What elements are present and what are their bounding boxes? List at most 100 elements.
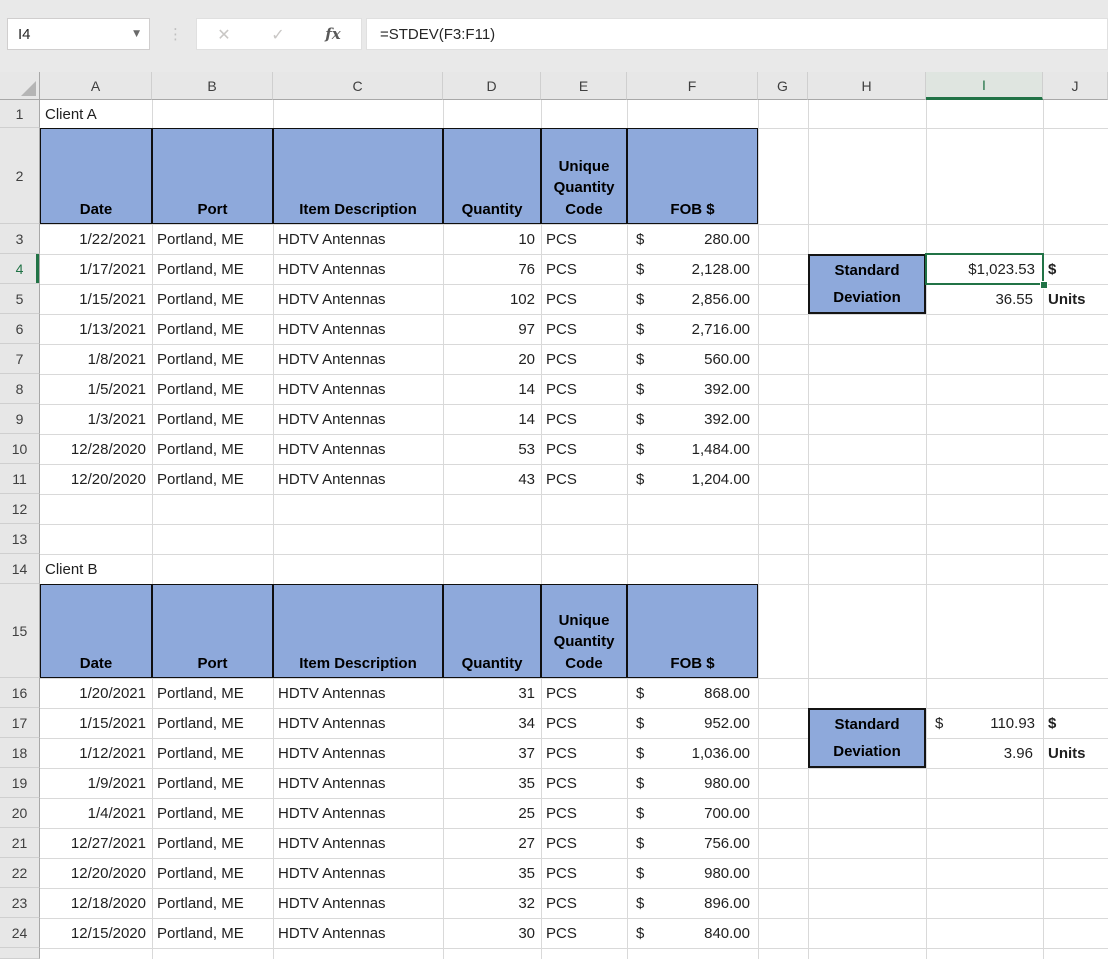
cell-E9-code[interactable]: PCS bbox=[541, 404, 627, 434]
cell-C11-item[interactable]: HDTV Antennas bbox=[273, 464, 443, 494]
cell-F20-fob[interactable]: $700.00 bbox=[627, 798, 758, 828]
row-header-7[interactable]: 7 bbox=[0, 344, 40, 374]
column-header-E[interactable]: E bbox=[541, 72, 627, 100]
row-header-17[interactable]: 17 bbox=[0, 708, 40, 738]
cell-B8-port[interactable]: Portland, ME bbox=[152, 374, 273, 404]
row-header-13[interactable]: 13 bbox=[0, 524, 40, 554]
fill-handle[interactable] bbox=[1040, 281, 1048, 289]
cell-E2-header[interactable]: Unique Quantity Code bbox=[541, 128, 627, 224]
formula-bar[interactable]: =STDEV(F3:F11) bbox=[366, 18, 1108, 50]
cell-F6-fob[interactable]: $2,716.00 bbox=[627, 314, 758, 344]
cell-I18-stdev-units[interactable]: 3.96 bbox=[926, 738, 1043, 768]
cell-C5-item[interactable]: HDTV Antennas bbox=[273, 284, 443, 314]
cell-D23-quantity[interactable]: 32 bbox=[443, 888, 541, 918]
cell-A17-date[interactable]: 1/15/2021 bbox=[40, 708, 152, 738]
cell-B24-port[interactable]: Portland, ME bbox=[152, 918, 273, 948]
cell-D24-quantity[interactable]: 30 bbox=[443, 918, 541, 948]
cell-D4-quantity[interactable]: 76 bbox=[443, 254, 541, 284]
cell-C24-item[interactable]: HDTV Antennas bbox=[273, 918, 443, 948]
row-header-2[interactable]: 2 bbox=[0, 128, 40, 224]
row-header-15[interactable]: 15 bbox=[0, 584, 40, 678]
cell-I4-stdev-dollars[interactable]: $1,023.53 bbox=[926, 254, 1043, 284]
cell-F23-fob[interactable]: $896.00 bbox=[627, 888, 758, 918]
cell-D15-header[interactable]: Quantity bbox=[443, 584, 541, 678]
cell-C22-item[interactable]: HDTV Antennas bbox=[273, 858, 443, 888]
cancel-icon[interactable]: ✕ bbox=[217, 25, 230, 44]
cell-A21-date[interactable]: 12/27/2021 bbox=[40, 828, 152, 858]
spreadsheet-grid[interactable]: ABCDEFGHIJ123456789101112131415161718192… bbox=[0, 72, 1108, 959]
cell-B9-port[interactable]: Portland, ME bbox=[152, 404, 273, 434]
column-header-D[interactable]: D bbox=[443, 72, 541, 100]
row-header-1[interactable]: 1 bbox=[0, 100, 40, 128]
row-header-5[interactable]: 5 bbox=[0, 284, 40, 314]
cell-E6-code[interactable]: PCS bbox=[541, 314, 627, 344]
cell-E8-code[interactable]: PCS bbox=[541, 374, 627, 404]
row-header-21[interactable]: 21 bbox=[0, 828, 40, 858]
cell-F21-fob[interactable]: $756.00 bbox=[627, 828, 758, 858]
cell-D2-header[interactable]: Quantity bbox=[443, 128, 541, 224]
row-header-24[interactable]: 24 bbox=[0, 918, 40, 948]
cell-D3-quantity[interactable]: 10 bbox=[443, 224, 541, 254]
name-box-dropdown-icon[interactable]: ▼ bbox=[133, 29, 149, 39]
cell-E20-code[interactable]: PCS bbox=[541, 798, 627, 828]
cell-B4-port[interactable]: Portland, ME bbox=[152, 254, 273, 284]
row-header-11[interactable]: 11 bbox=[0, 464, 40, 494]
cell-F11-fob[interactable]: $1,204.00 bbox=[627, 464, 758, 494]
cell-C23-item[interactable]: HDTV Antennas bbox=[273, 888, 443, 918]
name-box[interactable]: I4 ▼ bbox=[7, 18, 150, 50]
stat-label-block-client-b[interactable]: StandardDeviation bbox=[808, 708, 926, 768]
cell-A10-date[interactable]: 12/28/2020 bbox=[40, 434, 152, 464]
cell-B21-port[interactable]: Portland, ME bbox=[152, 828, 273, 858]
cell-D9-quantity[interactable]: 14 bbox=[443, 404, 541, 434]
cell-C16-item[interactable]: HDTV Antennas bbox=[273, 678, 443, 708]
cell-F24-fob[interactable]: $840.00 bbox=[627, 918, 758, 948]
cell-I17-stdev-dollars[interactable]: $110.93 bbox=[926, 708, 1043, 738]
cell-B16-port[interactable]: Portland, ME bbox=[152, 678, 273, 708]
cell-D19-quantity[interactable]: 35 bbox=[443, 768, 541, 798]
cell-B19-port[interactable]: Portland, ME bbox=[152, 768, 273, 798]
cell-C6-item[interactable]: HDTV Antennas bbox=[273, 314, 443, 344]
row-header-19[interactable]: 19 bbox=[0, 768, 40, 798]
cell-E5-code[interactable]: PCS bbox=[541, 284, 627, 314]
cell-F19-fob[interactable]: $980.00 bbox=[627, 768, 758, 798]
cell-D16-quantity[interactable]: 31 bbox=[443, 678, 541, 708]
cell-E3-code[interactable]: PCS bbox=[541, 224, 627, 254]
cell-D10-quantity[interactable]: 53 bbox=[443, 434, 541, 464]
cell-B11-port[interactable]: Portland, ME bbox=[152, 464, 273, 494]
cell-D6-quantity[interactable]: 97 bbox=[443, 314, 541, 344]
cell-E10-code[interactable]: PCS bbox=[541, 434, 627, 464]
column-header-G[interactable]: G bbox=[758, 72, 808, 100]
cell-F22-fob[interactable]: $980.00 bbox=[627, 858, 758, 888]
cell-B2-header[interactable]: Port bbox=[152, 128, 273, 224]
column-header-F[interactable]: F bbox=[627, 72, 758, 100]
stat-label-block-client-a[interactable]: StandardDeviation bbox=[808, 254, 926, 314]
cell-A2-header[interactable]: Date bbox=[40, 128, 152, 224]
cell-F9-fob[interactable]: $392.00 bbox=[627, 404, 758, 434]
cell-B17-port[interactable]: Portland, ME bbox=[152, 708, 273, 738]
cell-C3-item[interactable]: HDTV Antennas bbox=[273, 224, 443, 254]
cell-B5-port[interactable]: Portland, ME bbox=[152, 284, 273, 314]
cell-C21-item[interactable]: HDTV Antennas bbox=[273, 828, 443, 858]
cell-J18-units-label[interactable]: Units bbox=[1043, 738, 1108, 768]
cell-A3-date[interactable]: 1/22/2021 bbox=[40, 224, 152, 254]
cell-D18-quantity[interactable]: 37 bbox=[443, 738, 541, 768]
cell-D8-quantity[interactable]: 14 bbox=[443, 374, 541, 404]
cell-A15-header[interactable]: Date bbox=[40, 584, 152, 678]
row-header-16[interactable]: 16 bbox=[0, 678, 40, 708]
cell-A6-date[interactable]: 1/13/2021 bbox=[40, 314, 152, 344]
cell-D17-quantity[interactable]: 34 bbox=[443, 708, 541, 738]
cell-C10-item[interactable]: HDTV Antennas bbox=[273, 434, 443, 464]
column-header-C[interactable]: C bbox=[273, 72, 443, 100]
cell-C17-item[interactable]: HDTV Antennas bbox=[273, 708, 443, 738]
cell-F7-fob[interactable]: $560.00 bbox=[627, 344, 758, 374]
cell-C9-item[interactable]: HDTV Antennas bbox=[273, 404, 443, 434]
cell-A18-date[interactable]: 1/12/2021 bbox=[40, 738, 152, 768]
cell-A24-date[interactable]: 12/15/2020 bbox=[40, 918, 152, 948]
cell-B23-port[interactable]: Portland, ME bbox=[152, 888, 273, 918]
cell-D22-quantity[interactable]: 35 bbox=[443, 858, 541, 888]
column-header-B[interactable]: B bbox=[152, 72, 273, 100]
cell-J17-dollar-label[interactable]: $ bbox=[1043, 708, 1108, 738]
cell-C20-item[interactable]: HDTV Antennas bbox=[273, 798, 443, 828]
cell-D20-quantity[interactable]: 25 bbox=[443, 798, 541, 828]
cell-A19-date[interactable]: 1/9/2021 bbox=[40, 768, 152, 798]
